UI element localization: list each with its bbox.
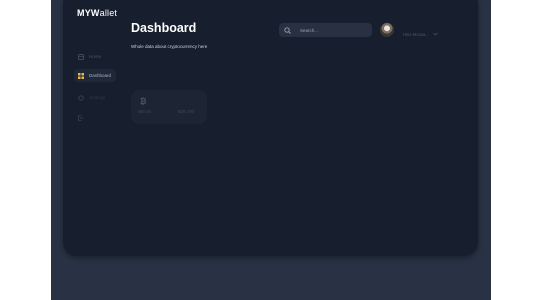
sidebar-item-logout[interactable] (74, 111, 94, 124)
logo-thin: allet (99, 8, 118, 18)
logout-icon (78, 114, 84, 121)
crypto-card[interactable]: ₿ Bitcoin $28.190 (131, 90, 207, 124)
avatar[interactable] (380, 23, 394, 37)
home-icon (78, 53, 84, 60)
search-icon (284, 21, 291, 39)
sidebar-item-home[interactable]: Home (74, 50, 106, 63)
coin-name: Bitcoin (138, 109, 152, 114)
sidebar-item-label: Settings (89, 95, 106, 100)
coin-value: $28.190 (178, 109, 195, 114)
app-logo[interactable]: MYWallet (77, 8, 117, 18)
bitcoin-icon: ₿ (140, 97, 147, 106)
gear-icon (78, 94, 84, 101)
chevron-down-icon (433, 32, 438, 37)
logo-bold: MYW (77, 8, 100, 18)
page-subtitle: Whole data about cryptocurrency here (131, 44, 208, 49)
search-input[interactable] (300, 27, 360, 33)
sidebar-item-settings[interactable]: Settings (74, 91, 110, 104)
page-title: Dashboard (131, 21, 197, 35)
user-name: Hina Mousa... (403, 32, 429, 37)
sidebar-item-dashboard[interactable]: Dashboard (74, 69, 117, 82)
sidebar-item-label: Dashboard (89, 73, 112, 78)
search-bar[interactable] (279, 23, 372, 37)
sidebar-item-label: Home (89, 54, 102, 59)
app-window (63, 0, 478, 256)
user-menu[interactable]: Hina Mousa... (403, 32, 438, 37)
grid-icon (78, 72, 84, 79)
